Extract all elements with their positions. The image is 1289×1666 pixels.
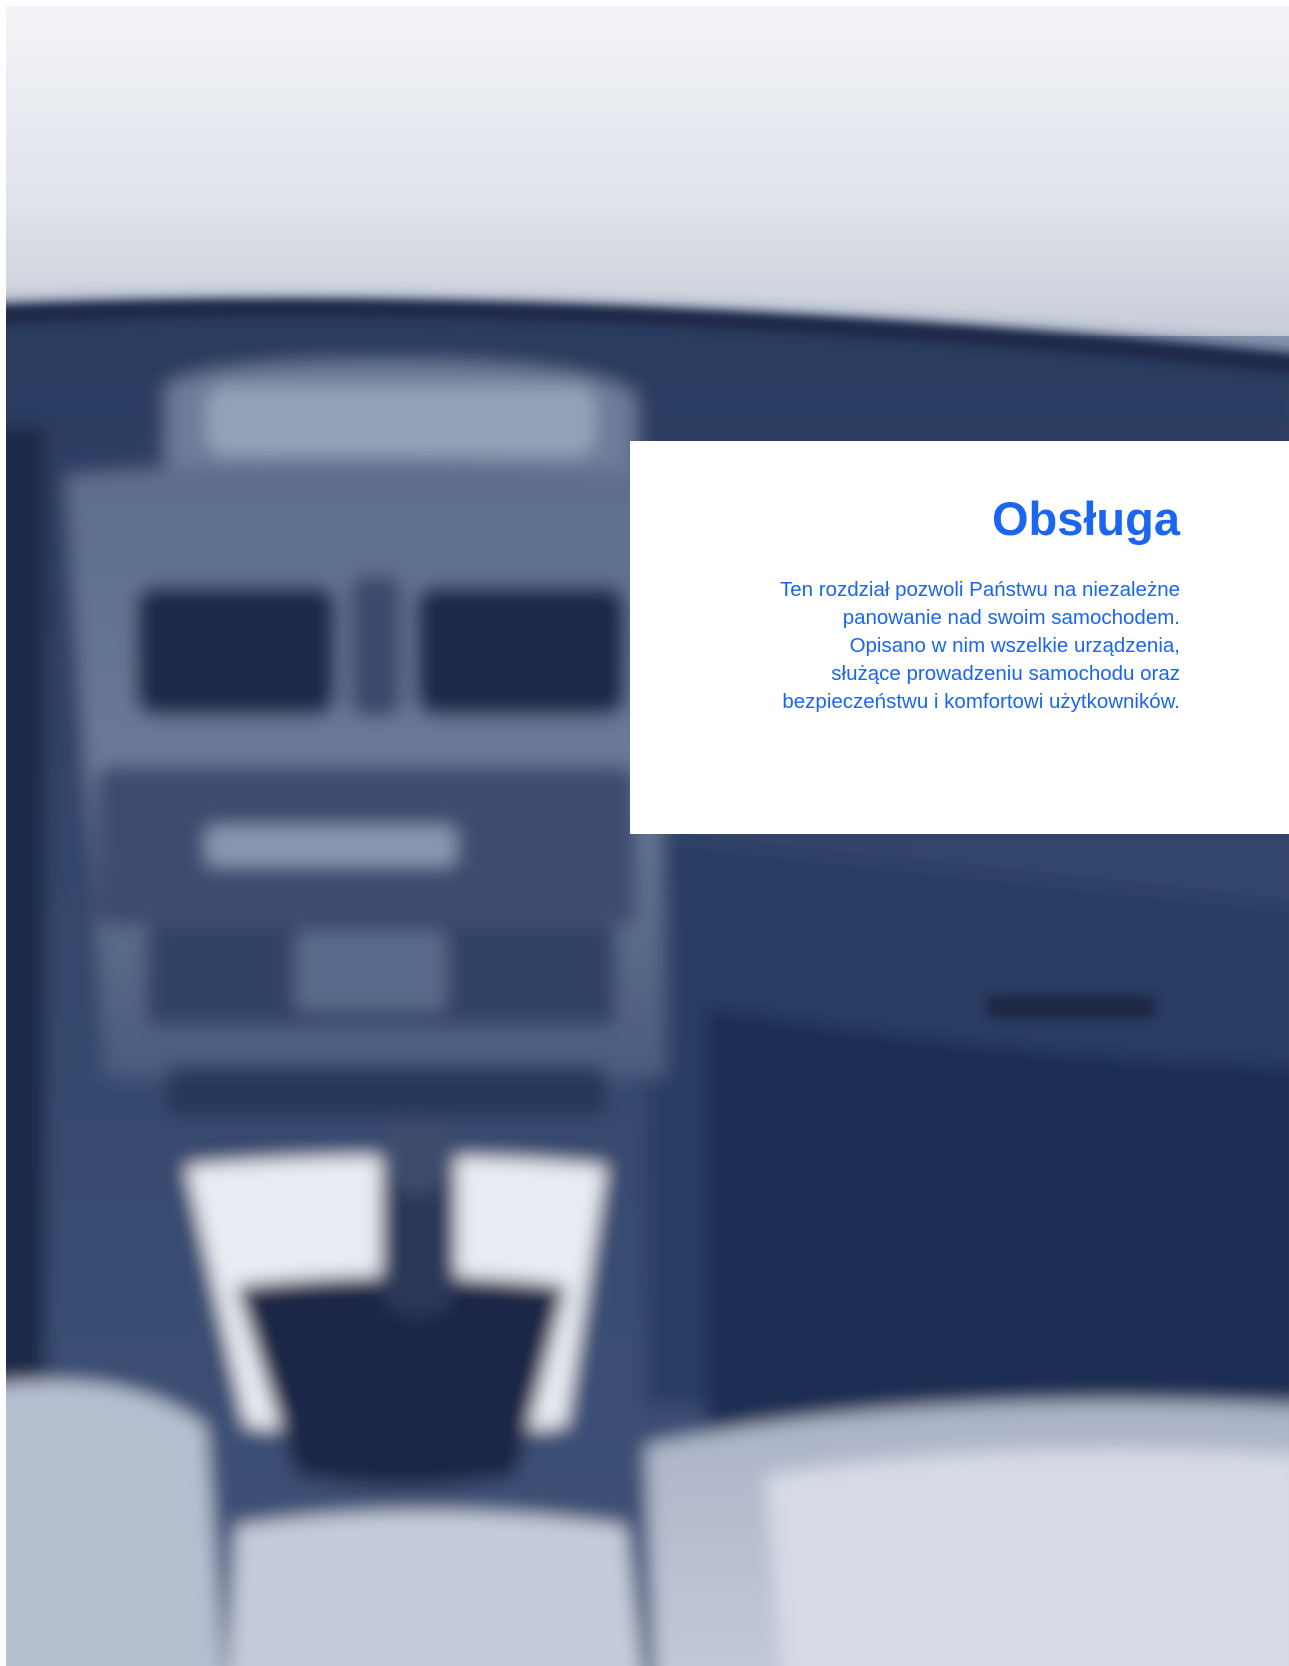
chapter-title: Obsługa <box>991 492 1180 545</box>
intro-line: Ten rozdział pozwoli Państwu na niezależ… <box>780 578 1180 601</box>
car-interior-photo <box>6 6 1289 1666</box>
intro-line: Opisano w nim wszelkie urządzenia, <box>849 634 1180 657</box>
chapter-intro-panel: Obsługa Ten rozdział pozwoli Państwu na … <box>630 441 1289 834</box>
intro-line: panowanie nad swoim samochodem. <box>842 606 1180 629</box>
intro-line: bezpieczeństwu i komfortowi użytkowników… <box>782 690 1180 713</box>
chapter-intro-text: Ten rozdział pozwoli Państwu na niezależ… <box>660 576 1180 716</box>
manual-page: Obsługa Ten rozdział pozwoli Państwu na … <box>0 0 1289 1666</box>
intro-line: służące prowadzeniu samochodu oraz <box>831 662 1180 685</box>
